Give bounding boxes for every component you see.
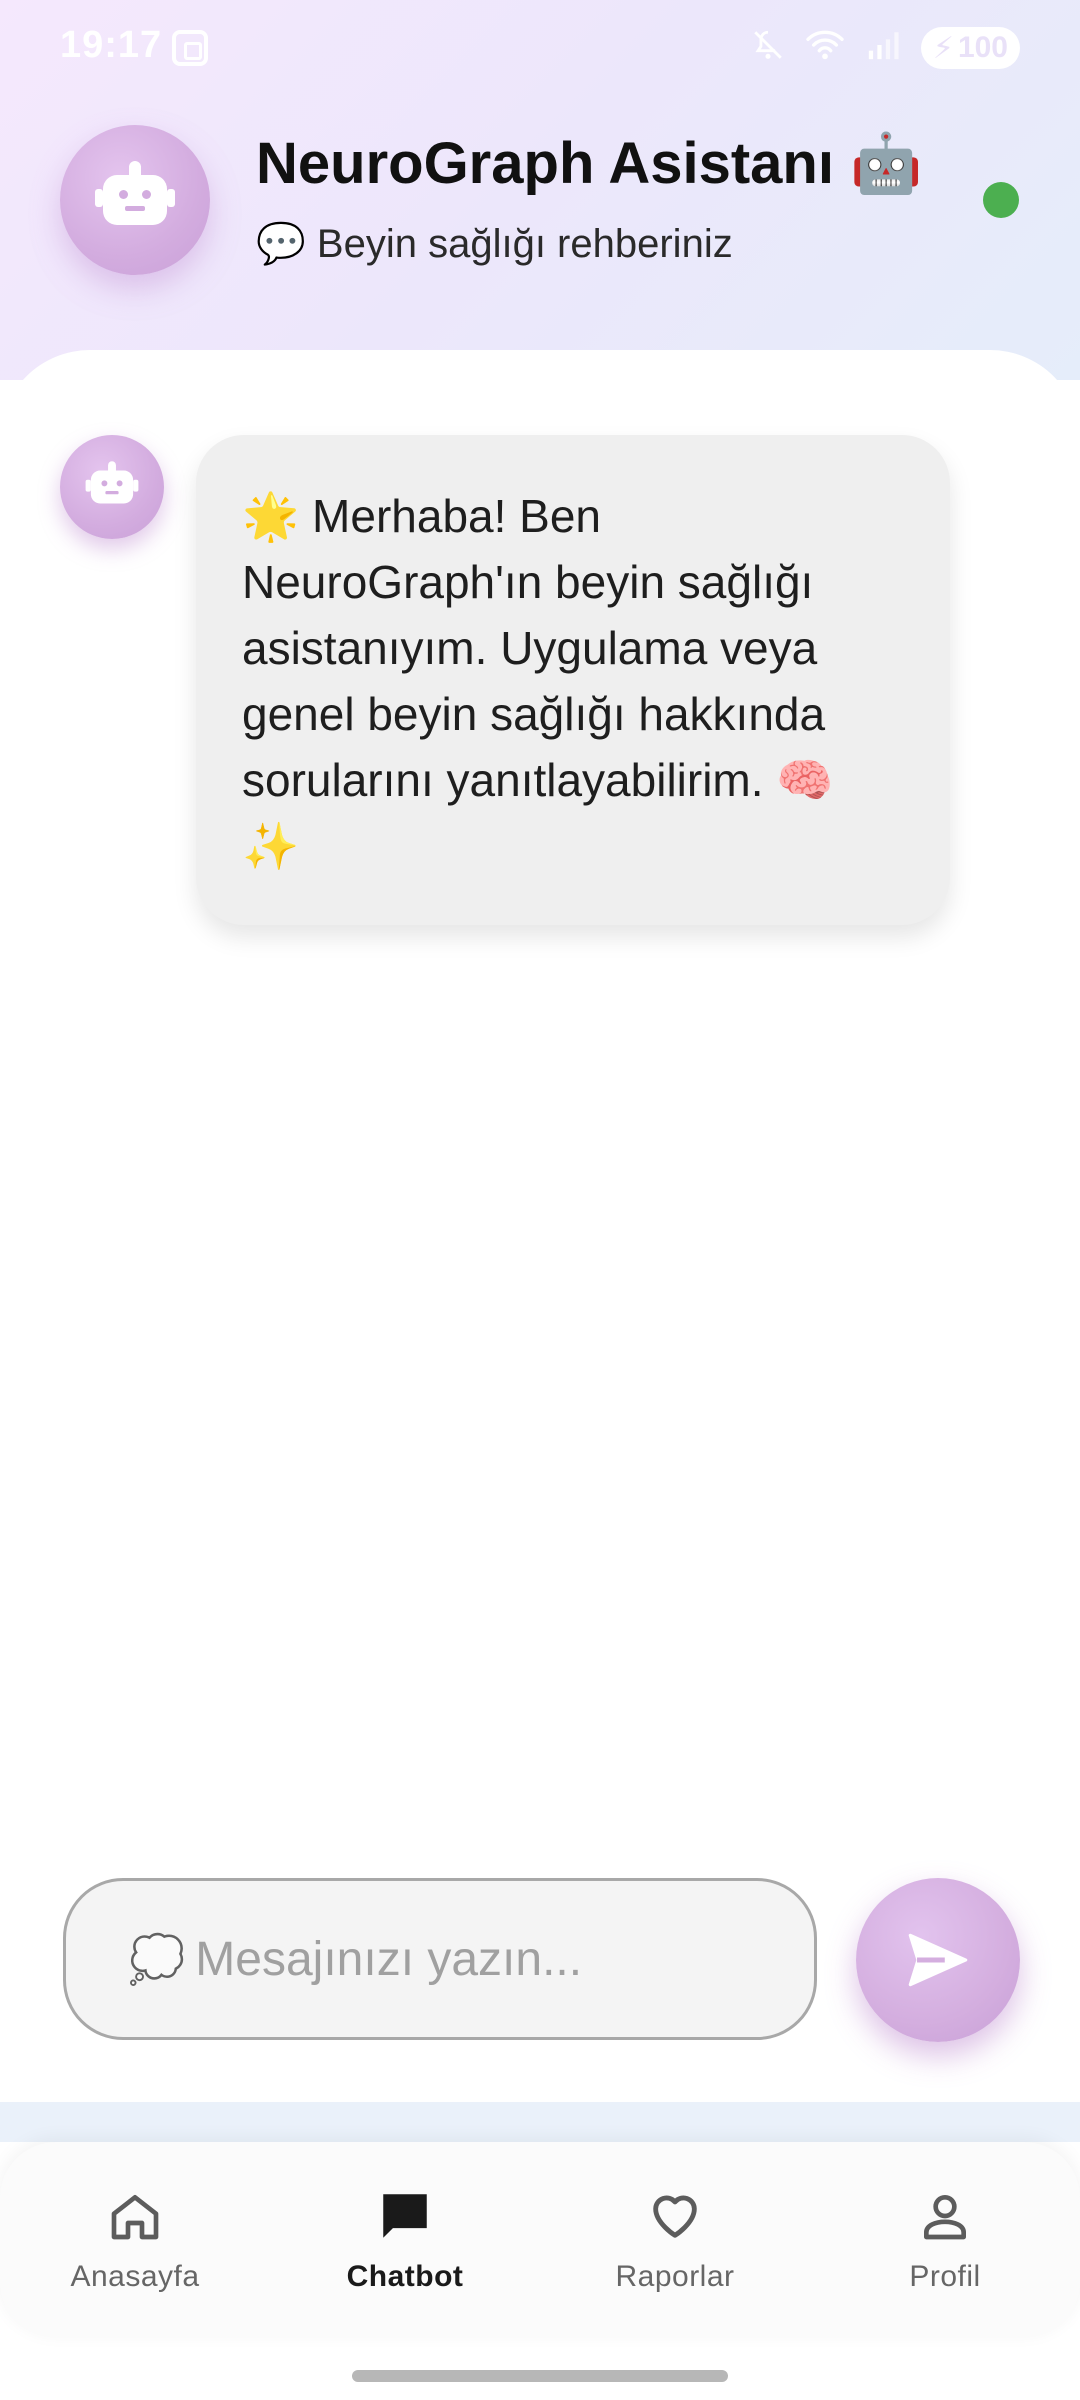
- battery-level: 100: [957, 31, 1008, 64]
- screenshot-icon: [172, 30, 208, 66]
- nav-item-reports[interactable]: Raporlar: [575, 2186, 775, 2294]
- status-time: 19:17: [60, 24, 163, 66]
- send-icon: [908, 1933, 968, 1987]
- nav-top-strip: [0, 2102, 1080, 2142]
- home-indicator[interactable]: [352, 2370, 728, 2382]
- thought-bubble-icon: 💭: [128, 1932, 186, 1985]
- page-title: NeuroGraph Asistanı 🤖: [256, 131, 923, 196]
- wifi-icon: [805, 28, 845, 68]
- nav-label-reports: Raporlar: [615, 2260, 735, 2293]
- nav-item-profile[interactable]: Profil: [845, 2186, 1045, 2294]
- message-avatar: [60, 435, 164, 539]
- nav-item-chatbot[interactable]: Chatbot: [305, 2186, 505, 2294]
- home-icon: [105, 2186, 165, 2246]
- status-bar: 19:17 ⚡ 100: [0, 0, 1080, 96]
- chatbot-screen: 19:17 ⚡ 100 NeuroGraph Asistanı 🤖 💬 Beyi…: [0, 0, 1080, 2400]
- message-input[interactable]: [195, 1931, 756, 1987]
- signal-icon: [865, 28, 901, 68]
- robot-icon: [85, 461, 139, 504]
- nav-label-home: Anasayfa: [70, 2260, 200, 2293]
- battery-indicator: ⚡ 100: [920, 27, 1020, 69]
- nav-label-chatbot: Chatbot: [346, 2260, 464, 2293]
- online-status-dot: [983, 182, 1019, 218]
- robot-icon: [95, 161, 175, 225]
- nav-label-profile: Profil: [909, 2260, 981, 2293]
- chat-icon: [375, 2186, 435, 2246]
- assistant-avatar: [60, 125, 210, 275]
- message-input-container[interactable]: 💭: [63, 1878, 817, 2040]
- status-icons: ⚡ 100: [751, 26, 1020, 70]
- person-icon: [915, 2186, 975, 2246]
- nav-item-home[interactable]: Anasayfa: [35, 2186, 235, 2294]
- bot-message-bubble: 🌟 Merhaba! Ben NeuroGraph'ın beyin sağlı…: [196, 435, 950, 925]
- bottom-navigation: Anasayfa Chatbot Raporlar Profil: [0, 2142, 1080, 2338]
- heart-icon: [645, 2186, 705, 2246]
- send-button[interactable]: [856, 1878, 1020, 2042]
- mute-icon: [751, 28, 785, 68]
- page-subtitle: 💬 Beyin sağlığı rehberiniz: [256, 222, 733, 266]
- battery-icon: ⚡: [932, 31, 954, 65]
